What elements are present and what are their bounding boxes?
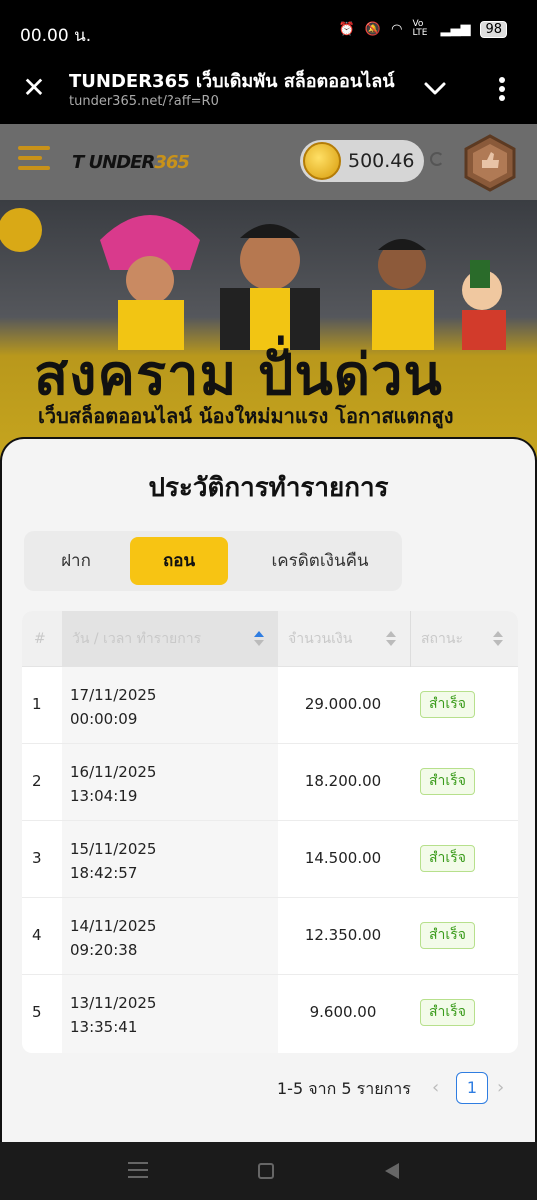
pagination: 1-5 จาก 5 รายการ ‹ 1 › xyxy=(2,1071,535,1107)
row-number: 4 xyxy=(32,926,42,944)
page-button-current[interactable]: 1 xyxy=(456,1072,488,1104)
balance-pill[interactable]: 500.46 xyxy=(300,140,424,182)
status-badge: สำเร็จ xyxy=(420,999,475,1026)
logo-accent: 365 xyxy=(154,152,190,173)
row-amount: 29.000.00 xyxy=(304,695,382,713)
table-row: 2 16/11/2025 13:04:19 18.200.00 สำเร็จ xyxy=(22,744,518,821)
column-header-amount-label: จำนวนเงิน xyxy=(288,631,353,647)
row-number: 5 xyxy=(32,1003,42,1021)
mute-icon: 🔕 xyxy=(364,21,382,37)
column-header-status[interactable]: สถานะ xyxy=(410,611,518,667)
tab-deposit[interactable]: ฝาก xyxy=(36,537,116,585)
row-date: 13/11/2025 xyxy=(70,994,157,1012)
column-header-date[interactable]: วัน / เวลา ทำรายการ xyxy=(62,611,278,667)
column-header-amount[interactable]: จำนวนเงิน xyxy=(278,611,408,667)
row-time: 18:42:57 xyxy=(70,864,138,882)
row-date: 17/11/2025 xyxy=(70,686,157,704)
transaction-table: # วัน / เวลา ทำรายการ จำนวนเงิน สถานะ 1 … xyxy=(22,611,518,1053)
next-page-button[interactable]: › xyxy=(497,1077,504,1098)
history-tabs: ฝาก ถอน เครดิตเงินคืน xyxy=(24,531,402,591)
status-bar: 00.00 น. ⏰ 🔕 ◠ Vo LTE ▂▄▆ 98 xyxy=(0,0,537,62)
browser-title: TUNDER365 เว็บเดิมพัน สล็อตออนไลน์ xyxy=(69,71,395,92)
status-badge: สำเร็จ xyxy=(420,845,475,872)
row-datetime: 17/11/2025 00:00:09 xyxy=(70,683,156,731)
status-badge: สำเร็จ xyxy=(420,922,475,949)
row-amount: 14.500.00 xyxy=(304,849,382,867)
row-datetime: 15/11/2025 18:42:57 xyxy=(70,837,156,885)
browser-url[interactable]: tunder365.net/?aff=R0 xyxy=(69,94,219,109)
row-date: 16/11/2025 xyxy=(70,763,157,781)
refresh-icon[interactable] xyxy=(430,152,444,166)
banner-artwork xyxy=(0,208,506,350)
transaction-history-sheet: ประวัติการทำรายการ ฝาก ถอน เครดิตเงินคืน… xyxy=(0,437,537,1142)
row-date: 15/11/2025 xyxy=(70,840,157,858)
volte-icon: Vo LTE xyxy=(412,19,428,38)
hamburger-menu-icon[interactable] xyxy=(18,146,50,174)
row-datetime: 14/11/2025 09:20:38 xyxy=(70,914,156,962)
more-vertical-icon[interactable] xyxy=(490,72,514,106)
row-amount: 12.350.00 xyxy=(304,926,382,944)
promo-banner[interactable]: สงคราม ปั่นด่วน เว็บสล็อตออนไลน์ น้องใหม… xyxy=(0,200,537,460)
balance-value: 500.46 xyxy=(348,150,415,172)
row-date: 14/11/2025 xyxy=(70,917,157,935)
row-datetime: 13/11/2025 13:35:41 xyxy=(70,991,156,1039)
sort-icon[interactable] xyxy=(386,631,396,647)
row-amount: 18.200.00 xyxy=(304,772,382,790)
home-icon[interactable] xyxy=(258,1163,274,1179)
sort-icon[interactable] xyxy=(493,631,503,647)
status-badge: สำเร็จ xyxy=(420,691,475,718)
banner-subline: เว็บสล็อตออนไลน์ น้องใหม่มาแรง โอกาสแตกส… xyxy=(38,404,454,428)
close-icon[interactable]: ✕ xyxy=(22,74,46,102)
alarm-icon: ⏰ xyxy=(338,21,355,37)
wifi-icon: ◠ xyxy=(391,21,403,37)
row-time: 00:00:09 xyxy=(70,710,138,728)
row-datetime: 16/11/2025 13:04:19 xyxy=(70,760,156,808)
rank-badge-icon[interactable] xyxy=(462,134,518,192)
logo-main: T UNDER xyxy=(72,152,155,173)
row-time: 13:35:41 xyxy=(70,1018,138,1036)
signal-icon: ▂▄▆ xyxy=(440,21,471,37)
system-nav-bar xyxy=(0,1142,537,1200)
column-header-date-label: วัน / เวลา ทำรายการ xyxy=(72,631,202,647)
table-row: 4 14/11/2025 09:20:38 12.350.00 สำเร็จ xyxy=(22,898,518,975)
column-header-status-label: สถานะ xyxy=(421,631,463,647)
row-amount: 9.600.00 xyxy=(309,1003,377,1021)
battery-icon: 98 xyxy=(480,20,507,38)
table-header: # วัน / เวลา ทำรายการ จำนวนเงิน สถานะ xyxy=(22,611,518,667)
site-logo[interactable]: T UNDER365 xyxy=(72,152,190,173)
tab-withdraw[interactable]: ถอน xyxy=(130,537,228,585)
row-time: 13:04:19 xyxy=(70,787,138,805)
sheet-title: ประวัติการทำรายการ xyxy=(148,473,389,503)
recent-apps-icon[interactable] xyxy=(128,1162,148,1180)
row-time: 09:20:38 xyxy=(70,941,138,959)
row-number: 3 xyxy=(32,849,42,867)
site-header: T UNDER365 500.46 xyxy=(0,124,537,200)
status-time: 00.00 น. xyxy=(20,26,92,46)
table-row: 1 17/11/2025 00:00:09 29.000.00 สำเร็จ xyxy=(22,667,518,744)
status-icons: ⏰ 🔕 ◠ Vo LTE ▂▄▆ 98 xyxy=(339,20,507,38)
coin-icon xyxy=(303,142,341,180)
back-icon[interactable] xyxy=(385,1163,399,1179)
browser-bar: ✕ TUNDER365 เว็บเดิมพัน สล็อตออนไลน์ tun… xyxy=(0,62,537,124)
table-row: 5 13/11/2025 13:35:41 9.600.00 สำเร็จ xyxy=(22,975,518,1052)
column-header-no: # xyxy=(34,631,46,647)
table-row: 3 15/11/2025 18:42:57 14.500.00 สำเร็จ xyxy=(22,821,518,898)
pagination-info: 1-5 จาก 5 รายการ xyxy=(277,1079,411,1098)
row-number: 1 xyxy=(32,695,42,713)
chevron-down-icon[interactable] xyxy=(420,76,450,102)
status-badge: สำเร็จ xyxy=(420,768,475,795)
row-number: 2 xyxy=(32,772,42,790)
tab-cashback[interactable]: เครดิตเงินคืน xyxy=(250,537,390,585)
prev-page-button[interactable]: ‹ xyxy=(432,1077,439,1098)
sort-icon[interactable] xyxy=(254,631,264,647)
